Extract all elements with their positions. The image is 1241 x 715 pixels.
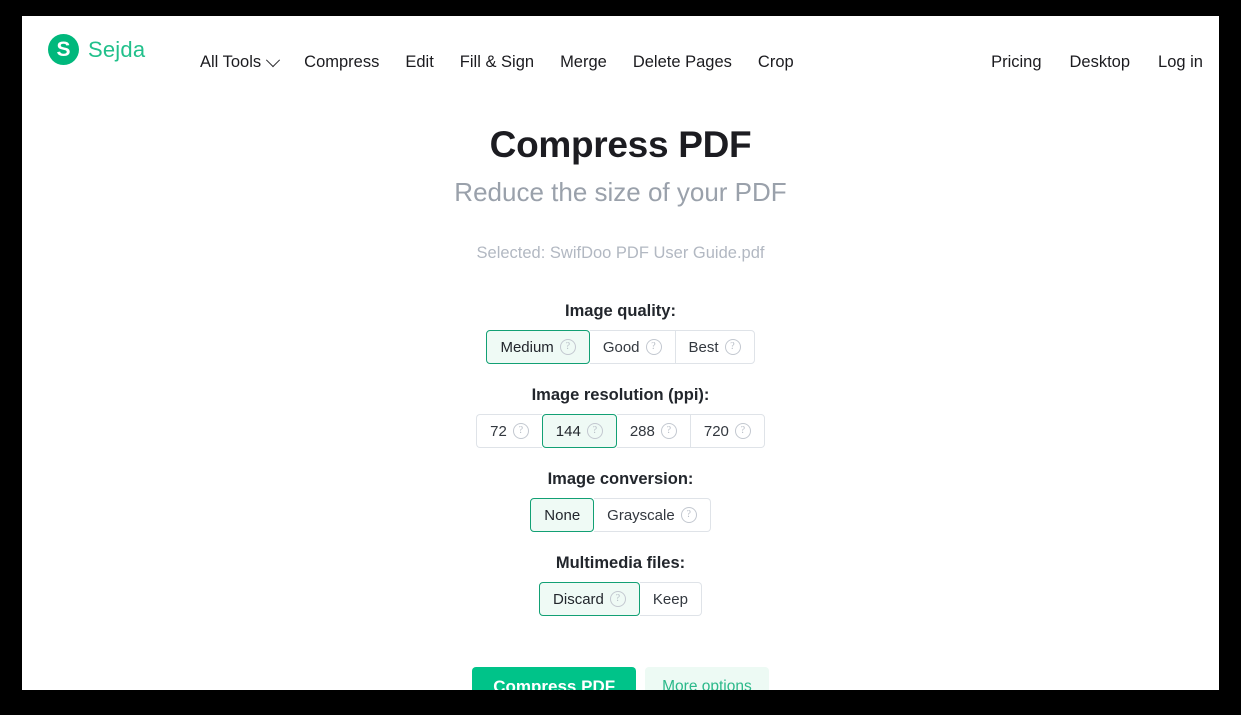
option-group-multimedia-files: Multimedia files: Discard? Keep — [22, 554, 1219, 616]
option-label: Multimedia files: — [555, 554, 686, 572]
more-options-button[interactable]: More options — [645, 667, 769, 690]
nav-item-compress[interactable]: Compress — [304, 53, 379, 72]
option-button-label: 288 — [629, 422, 655, 440]
button-group: Medium? Good? Best? — [486, 330, 755, 364]
help-icon[interactable]: ? — [645, 339, 662, 355]
option-button-label: Good — [602, 338, 640, 356]
help-icon[interactable]: ? — [724, 339, 741, 355]
selected-file-label: Selected: SwifDoo PDF User Guide.pdf — [476, 244, 765, 262]
option-image-quality-best[interactable]: Best? — [674, 330, 755, 364]
nav-item-label: All Tools — [200, 53, 262, 71]
nav-item-fill-sign[interactable]: Fill & Sign — [460, 53, 534, 72]
nav-item-label: Compress — [304, 53, 380, 71]
option-button-label: Keep — [652, 590, 688, 608]
action-buttons: Compress PDF More options — [22, 616, 1219, 690]
compression-options: Image quality: Medium? Good? Best? Image res… — [22, 263, 1219, 616]
sejda-logo-text: Sejda — [88, 36, 146, 62]
option-label: Image quality: — [565, 302, 676, 320]
help-icon[interactable]: ? — [609, 591, 626, 607]
compress-pdf-button[interactable]: Compress PDF — [472, 667, 637, 690]
nav-item-desktop[interactable]: Desktop — [1070, 53, 1131, 72]
help-icon[interactable]: ? — [586, 423, 603, 439]
nav-item-label: Edit — [405, 53, 434, 71]
option-label: Image conversion: — [547, 470, 694, 488]
nav-item-merge[interactable]: Merge — [560, 53, 607, 72]
option-button-label: Best — [688, 338, 719, 356]
nav-item-label: Fill & Sign — [459, 53, 535, 71]
button-group: None Grayscale? — [530, 498, 711, 532]
primary-navigation: All Tools Compress Edit Fill & Sign Merge Del… — [200, 52, 794, 72]
sejda-logo[interactable]: S Sejda — [48, 34, 145, 65]
chevron-down-icon — [266, 52, 281, 67]
nav-item-label: Merge — [560, 53, 607, 71]
option-button-label: 144 — [555, 422, 581, 440]
button-group: Discard? Keep — [539, 582, 702, 616]
nav-item-delete-pages[interactable]: Delete Pages — [633, 53, 732, 72]
option-image-resolution-72[interactable]: 72? — [476, 414, 542, 448]
option-image-quality-medium[interactable]: Medium? — [486, 330, 590, 364]
browser-page: S Sejda All Tools Compress Edit Fill & Sign… — [22, 16, 1219, 690]
option-image-resolution-720[interactable]: 720? — [689, 414, 765, 448]
help-icon[interactable]: ? — [512, 423, 529, 439]
nav-item-label: Crop — [757, 53, 794, 71]
nav-item-label: Delete Pages — [632, 53, 732, 71]
help-icon[interactable]: ? — [559, 339, 576, 355]
option-button-label: 720 — [703, 422, 729, 440]
help-icon[interactable]: ? — [660, 423, 677, 439]
page-subtitle: Reduce the size of your PDF — [454, 177, 787, 207]
option-group-image-quality: Image quality: Medium? Good? Best? — [22, 302, 1219, 364]
page-title: Compress PDF — [489, 124, 752, 165]
option-group-image-resolution: Image resolution (ppi): 72? 144? 288? 720? — [22, 386, 1219, 448]
site-header: S Sejda All Tools Compress Edit Fill & Sign… — [22, 16, 1219, 80]
option-image-conversion-grayscale[interactable]: Grayscale? — [594, 498, 711, 532]
option-button-label: 72 — [490, 422, 507, 440]
nav-item-pricing[interactable]: Pricing — [991, 53, 1041, 72]
help-icon[interactable]: ? — [734, 423, 751, 439]
nav-item-all-tools[interactable]: All Tools — [200, 52, 281, 72]
option-multimedia-files-discard[interactable]: Discard? — [539, 582, 640, 616]
option-button-label: None — [544, 506, 581, 524]
button-group: 72? 144? 288? 720? — [476, 414, 765, 448]
main-content: Compress PDF Reduce the size of your PDF… — [22, 80, 1219, 690]
nav-item-log-in[interactable]: Log in — [1158, 53, 1203, 72]
option-button-label: Medium — [500, 338, 554, 356]
option-multimedia-files-keep[interactable]: Keep — [639, 582, 702, 616]
option-image-resolution-144[interactable]: 144? — [541, 414, 617, 448]
secondary-navigation: Pricing Desktop Log in — [991, 53, 1203, 72]
nav-item-edit[interactable]: Edit — [405, 53, 433, 72]
option-button-label: Discard — [553, 590, 604, 608]
option-image-conversion-none[interactable]: None — [530, 498, 595, 532]
option-group-image-conversion: Image conversion: None Grayscale? — [22, 470, 1219, 532]
option-image-quality-good[interactable]: Good? — [589, 330, 675, 364]
sejda-logo-mark-icon: S — [48, 34, 79, 65]
help-icon[interactable]: ? — [680, 507, 697, 523]
option-button-label: Grayscale — [607, 506, 675, 524]
option-label: Image resolution (ppi): — [531, 386, 710, 404]
nav-item-crop[interactable]: Crop — [758, 53, 794, 72]
option-image-resolution-288[interactable]: 288? — [616, 414, 690, 448]
